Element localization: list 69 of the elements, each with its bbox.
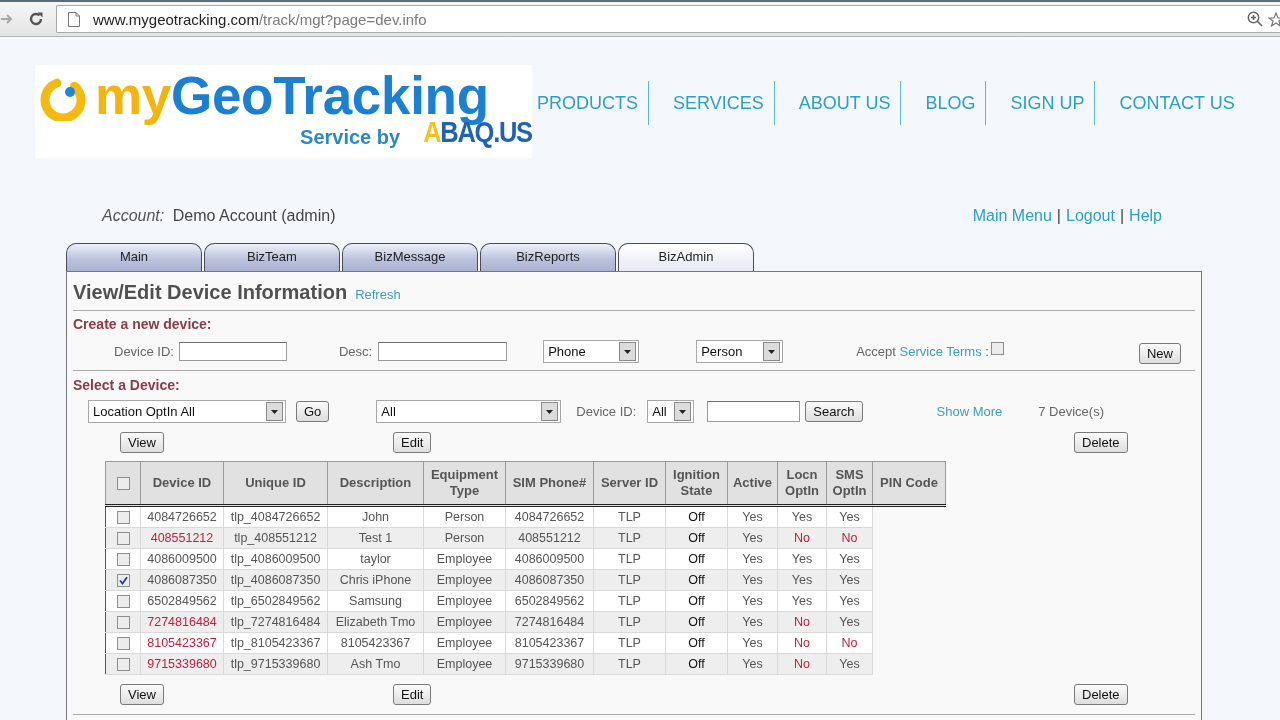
caret-icon	[541, 401, 559, 421]
terms-label: Accept Service Terms :	[856, 343, 989, 359]
checkbox[interactable]	[116, 552, 130, 566]
checkbox[interactable]	[116, 531, 130, 545]
column-header[interactable]: Ignition State	[665, 461, 728, 506]
separator: |	[1119, 207, 1125, 225]
star-icon[interactable]	[1268, 11, 1280, 27]
search-field[interactable]	[707, 400, 801, 422]
show-more-link[interactable]: Show More	[936, 403, 1003, 419]
checkbox[interactable]	[116, 476, 130, 490]
view-button[interactable]: View	[120, 684, 164, 705]
column-header[interactable]: Description	[327, 461, 424, 506]
account-name: Demo Account (admin)	[172, 207, 336, 224]
column-header[interactable]: Active	[727, 461, 778, 506]
dropdown[interactable]: Phone	[543, 339, 640, 363]
edit-button[interactable]: Edit	[393, 684, 432, 705]
separator: |	[1056, 207, 1061, 225]
tab[interactable]: BizTeam	[204, 243, 340, 271]
column-header[interactable]: PIN Code	[872, 461, 946, 506]
view-button[interactable]: View	[120, 432, 164, 453]
search-button[interactable]: Search	[805, 400, 863, 422]
input-field[interactable]	[178, 341, 287, 361]
go-button[interactable]: Go	[296, 400, 330, 422]
reload-icon[interactable]	[28, 11, 44, 27]
caret-icon	[763, 341, 781, 361]
tab[interactable]: BizAdmin	[618, 243, 754, 271]
column-header[interactable]: SIM Phone#	[505, 461, 594, 506]
input-field[interactable]	[378, 341, 508, 361]
column-header[interactable]: Equipment Type	[423, 461, 506, 506]
delete-button[interactable]: Delete	[1074, 684, 1128, 705]
service-terms-link[interactable]: Service Terms	[899, 343, 982, 359]
column-header[interactable]: Server ID	[593, 461, 666, 506]
delete-button[interactable]: Delete	[1074, 432, 1128, 453]
edit-button[interactable]: Edit	[393, 432, 432, 453]
column-header[interactable]: Unique ID	[223, 461, 328, 506]
checkbox[interactable]	[116, 636, 130, 650]
dropdown[interactable]: Person	[696, 339, 784, 363]
address-field[interactable]: www.mygeotracking.com/track/mgt?page=dev.info	[56, 5, 1280, 33]
new-button[interactable]: New	[1139, 342, 1181, 364]
column-header[interactable]: Locn OptIn	[777, 461, 827, 506]
forward-arrow-icon[interactable]	[1, 14, 13, 24]
dropdown[interactable]: Location OptIn All	[88, 399, 286, 423]
checkbox[interactable]	[116, 573, 130, 587]
checkbox[interactable]	[116, 657, 130, 671]
logo-tagline: Service by	[300, 125, 401, 149]
column-header[interactable]: Device ID	[140, 461, 224, 506]
zoom-icon[interactable]	[1247, 11, 1263, 27]
checkbox[interactable]	[116, 594, 130, 608]
section-heading: Select a Device:	[73, 377, 181, 393]
account-label: Account:	[102, 207, 165, 224]
dropdown[interactable]: All	[376, 399, 562, 423]
tab[interactable]: BizMessage	[342, 243, 478, 271]
device-count: 7 Device(s)	[1038, 403, 1104, 419]
checkbox[interactable]	[116, 615, 130, 629]
page-icon	[68, 11, 80, 27]
caret-icon	[266, 401, 283, 421]
column-header[interactable]: SMS OptIn	[826, 461, 873, 506]
field-label: Device ID:	[576, 403, 637, 419]
dropdown[interactable]: All	[647, 399, 695, 423]
field-label: Device ID:	[114, 343, 174, 359]
caret-icon	[674, 401, 692, 421]
tab[interactable]: BizReports	[480, 243, 616, 271]
tab[interactable]: Main	[66, 243, 202, 271]
checkbox[interactable]	[116, 510, 130, 524]
checkbox[interactable]	[990, 342, 1004, 355]
caret-icon	[619, 341, 637, 361]
page-title: View/Edit Device Information	[73, 281, 348, 304]
section-heading: Create a new device:	[73, 316, 213, 332]
field-label: Desc:	[338, 343, 373, 359]
